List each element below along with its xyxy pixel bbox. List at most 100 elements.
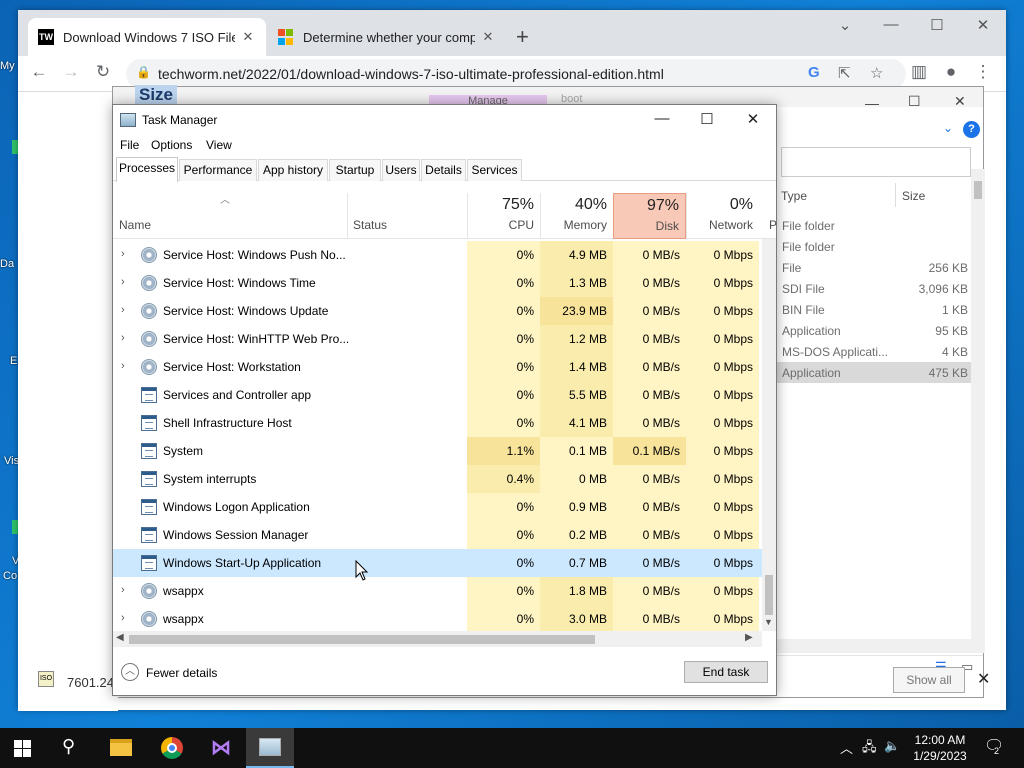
maximize-icon[interactable]: ☐ xyxy=(685,110,729,128)
explorer-minimize-icon[interactable]: — xyxy=(865,95,879,111)
process-row[interactable]: Windows Start-Up Application 0% 0.7 MB 0 MB… xyxy=(113,549,763,577)
process-row[interactable]: Windows Logon Application 0% 0.9 MB 0 MB/s 0… xyxy=(113,493,763,521)
process-row[interactable]: System 1.1% 0.1 MB 0.1 MB/s 0 Mbps xyxy=(113,437,763,465)
menu-file[interactable]: File xyxy=(120,138,139,152)
close-window-icon[interactable]: ✕ xyxy=(960,16,1006,34)
scroll-down-icon[interactable]: ▼ xyxy=(764,617,773,627)
expand-chevron-icon[interactable]: › xyxy=(121,332,125,344)
process-row[interactable]: › wsappx 0% 3.0 MB 0 MB/s 0 Mbps xyxy=(113,605,763,631)
download-item-filename[interactable]: 7601.24 xyxy=(67,675,114,690)
task-manager-titlebar[interactable]: Task Manager — ☐ ✕ xyxy=(113,105,776,135)
help-icon[interactable]: ? xyxy=(963,121,980,138)
explorer-file-row[interactable]: MS-DOS Applicati... 4 KB xyxy=(777,341,973,362)
desktop-icon-label[interactable]: Co xyxy=(3,570,17,582)
minimize-icon[interactable]: — xyxy=(640,110,684,127)
explorer-horizontal-scrollbar[interactable] xyxy=(777,639,985,653)
expand-chevron-icon[interactable]: › xyxy=(121,360,125,372)
column-header-status[interactable]: Status xyxy=(353,218,387,232)
process-row[interactable]: › Service Host: Windows Push No... 0% 4.9 M… xyxy=(113,241,763,269)
column-header-size[interactable]: Size xyxy=(902,189,925,203)
explorer-vertical-scrollbar[interactable] xyxy=(971,169,985,649)
show-all-button[interactable]: Show all xyxy=(893,667,965,693)
explorer-maximize-icon[interactable]: ☐ xyxy=(908,93,921,110)
expand-chevron-icon[interactable]: › xyxy=(121,276,125,288)
tab-processes[interactable]: Processes xyxy=(116,157,178,182)
expand-chevron-icon[interactable]: › xyxy=(121,584,125,596)
process-row[interactable]: System interrupts 0.4% 0 MB 0 MB/s 0 Mbps xyxy=(113,465,763,493)
explorer-file-row[interactable]: File folder xyxy=(777,236,973,257)
chevron-up-circle-icon[interactable]: ︿ xyxy=(121,663,139,681)
column-header-memory[interactable]: 40% Memory xyxy=(540,193,613,239)
network-icon[interactable]: 🖧 xyxy=(862,738,877,760)
taskbar-file-explorer[interactable] xyxy=(98,728,146,768)
explorer-file-row[interactable]: Application 95 KB xyxy=(777,320,973,341)
column-header-network[interactable]: 0% Network xyxy=(686,193,759,239)
close-window-icon[interactable]: ✕ xyxy=(731,110,775,128)
tab-users[interactable]: Users xyxy=(382,159,420,181)
close-tab-icon[interactable]: ✕ xyxy=(481,29,495,45)
scroll-thumb[interactable] xyxy=(974,181,982,199)
show-hidden-icons-chevron-icon[interactable]: ︿ xyxy=(840,738,853,757)
address-bar[interactable]: 🔒 techworm.net/2022/01/download-windows-… xyxy=(126,59,906,89)
explorer-close-icon[interactable]: ✕ xyxy=(954,93,966,110)
process-row[interactable]: Services and Controller app 0% 5.5 MB 0 MB/… xyxy=(113,381,763,409)
scroll-left-icon[interactable]: ◀ xyxy=(116,632,124,643)
expand-chevron-icon[interactable]: › xyxy=(121,248,125,260)
desktop-icon-label[interactable]: Da xyxy=(0,258,14,270)
tab-search-chevron-icon[interactable]: ⌄ xyxy=(822,16,868,34)
column-header-type[interactable]: Type xyxy=(781,189,807,203)
expand-chevron-icon[interactable]: › xyxy=(121,304,125,316)
fewer-details-link[interactable]: Fewer details xyxy=(146,666,217,680)
process-list-vertical-scrollbar[interactable]: ▼ xyxy=(762,239,776,631)
column-header-cpu[interactable]: 75% CPU xyxy=(467,193,540,239)
forward-arrow-icon[interactable]: → xyxy=(60,62,82,82)
expand-chevron-icon[interactable]: › xyxy=(121,612,125,624)
google-lens-icon[interactable]: G xyxy=(808,64,820,81)
explorer-file-row[interactable]: File folder xyxy=(777,215,973,236)
download-bar-close-icon[interactable]: ✕ xyxy=(977,669,990,689)
process-row[interactable]: › Service Host: Windows Update 0% 23.9 MB 0 … xyxy=(113,297,763,325)
minimize-icon[interactable]: — xyxy=(868,16,914,33)
tab-details[interactable]: Details xyxy=(421,159,466,181)
menu-kebab-icon[interactable]: ⋮ xyxy=(972,62,994,82)
process-row[interactable]: › wsappx 0% 1.8 MB 0 MB/s 0 Mbps xyxy=(113,577,763,605)
volume-icon[interactable]: 🔈 xyxy=(884,738,900,754)
sidebar-icon[interactable]: ▥ xyxy=(908,62,930,82)
search-icon[interactable]: ⚲ xyxy=(62,736,75,757)
process-row[interactable]: › Service Host: WinHTTP Web Pro... 0% 1.2 M… xyxy=(113,325,763,353)
taskbar-task-manager[interactable] xyxy=(246,728,294,768)
end-task-button[interactable]: End task xyxy=(684,661,768,683)
process-row[interactable]: › Service Host: Windows Time 0% 1.3 MB 0 MB/… xyxy=(113,269,763,297)
column-header-disk[interactable]: 97% Disk xyxy=(613,193,686,239)
column-header-name[interactable]: Name xyxy=(119,218,151,232)
desktop-icon-label[interactable]: E xyxy=(10,355,17,367)
maximize-icon[interactable]: ☐ xyxy=(914,16,960,34)
new-tab-button[interactable]: + xyxy=(516,24,529,50)
column-header-power[interactable]: P xyxy=(769,218,777,232)
process-row[interactable]: › Service Host: Workstation 0% 1.4 MB 0 MB/s… xyxy=(113,353,763,381)
tab-performance[interactable]: Performance xyxy=(179,159,257,181)
close-tab-icon[interactable]: ✕ xyxy=(241,29,255,45)
tab-startup[interactable]: Startup xyxy=(329,159,381,181)
explorer-file-row[interactable]: Application 475 KB xyxy=(777,362,973,383)
process-row[interactable]: Shell Infrastructure Host 0% 4.1 MB 0 MB/s 0… xyxy=(113,409,763,437)
menu-view[interactable]: View xyxy=(206,138,232,152)
tab-app-history[interactable]: App history xyxy=(258,159,328,181)
profile-avatar-icon[interactable]: ● xyxy=(940,62,962,82)
reload-icon[interactable]: ↻ xyxy=(92,62,114,82)
desktop-icon-label[interactable]: My xyxy=(0,60,15,72)
system-clock[interactable]: 12:00 AM 1/29/2023 xyxy=(900,732,980,764)
share-icon[interactable]: ⇱ xyxy=(838,64,851,82)
explorer-file-row[interactable]: File 256 KB xyxy=(777,257,973,278)
browser-tab-active[interactable]: TW Download Windows 7 ISO File - U ✕ xyxy=(28,18,266,56)
scroll-thumb[interactable] xyxy=(129,635,595,644)
tab-services[interactable]: Services xyxy=(467,159,522,181)
scroll-right-icon[interactable]: ▶ xyxy=(745,632,753,643)
bookmark-star-icon[interactable]: ☆ xyxy=(870,64,883,82)
explorer-file-row[interactable]: SDI File 3,096 KB xyxy=(777,278,973,299)
explorer-file-row[interactable]: BIN File 1 KB xyxy=(777,299,973,320)
taskbar-chrome[interactable] xyxy=(148,728,196,768)
browser-tab[interactable]: Determine whether your comput ✕ xyxy=(268,18,508,56)
explorer-search-input[interactable] xyxy=(781,147,971,177)
scroll-thumb[interactable] xyxy=(765,575,773,615)
